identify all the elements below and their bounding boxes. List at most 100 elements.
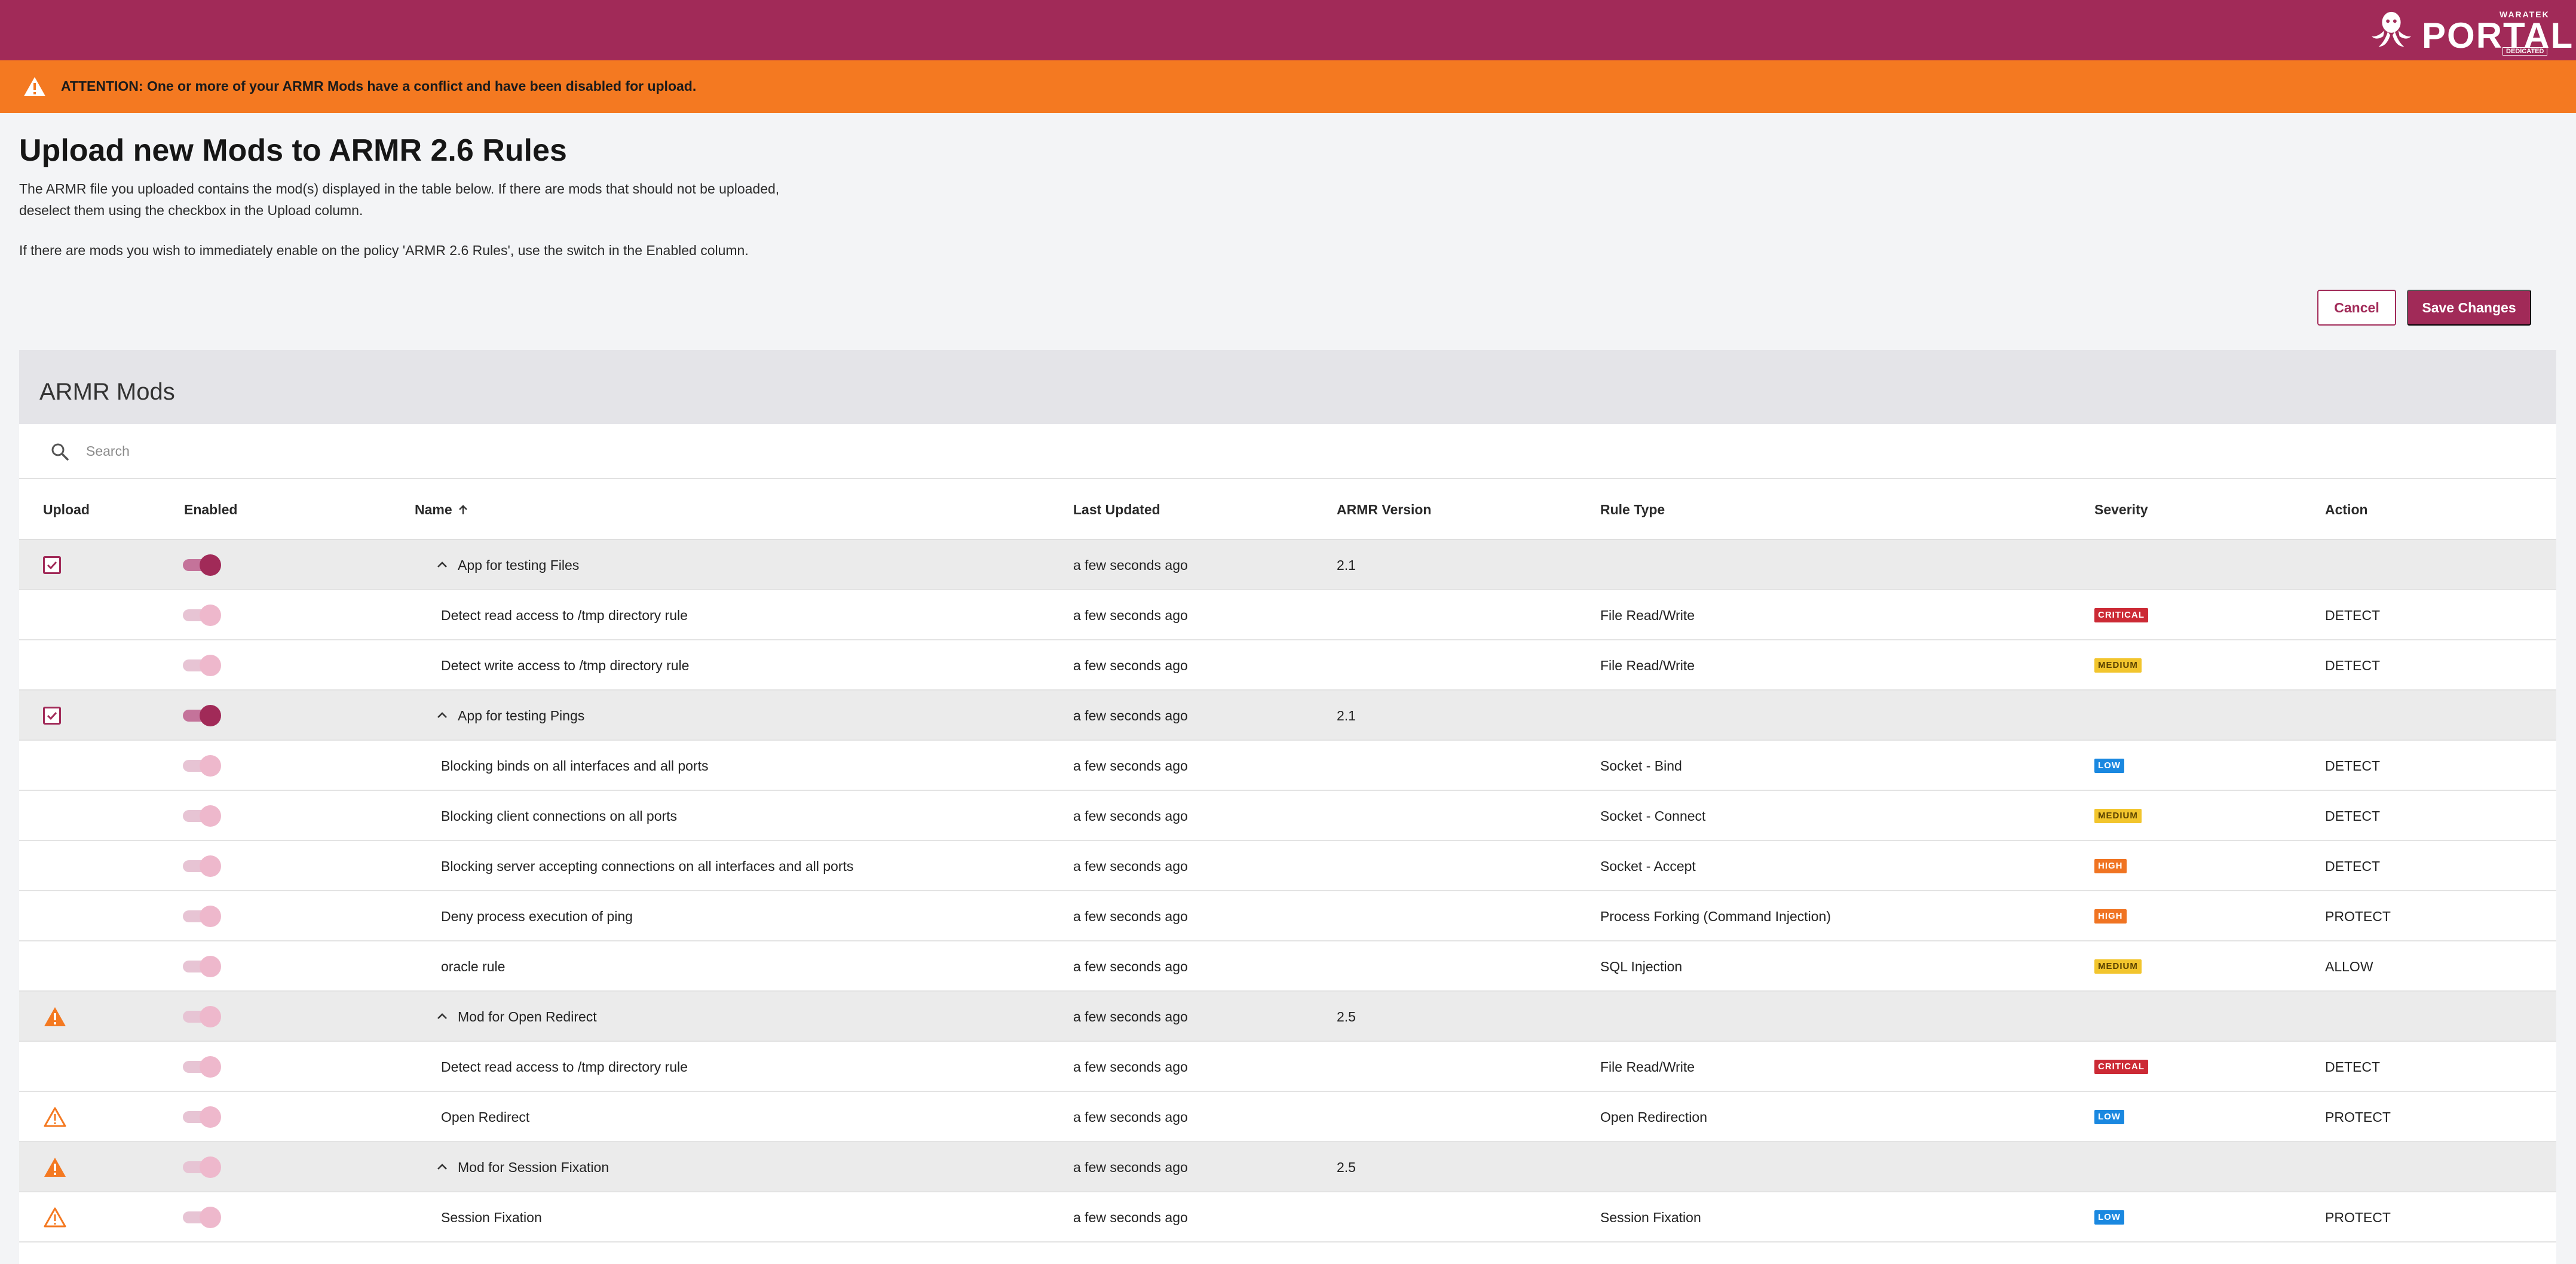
armr-mods-card: ARMR Mods Upload Enabled Name Last Updat…	[19, 350, 2556, 1264]
enabled-toggle[interactable]	[183, 804, 221, 828]
enabled-cell	[183, 590, 255, 640]
rule-type-cell	[1600, 992, 2078, 1042]
rule-row: Open Redirect a few seconds ago Open Red…	[19, 1092, 2556, 1142]
mod-name: App for testing Pings	[458, 707, 585, 723]
action-cell	[2325, 540, 2504, 590]
sort-ascending-icon[interactable]	[457, 504, 469, 516]
name-cell: Blocking binds on all interfaces and all…	[441, 741, 1092, 791]
enabled-cell	[183, 1142, 255, 1192]
severity-cell: HIGH	[2094, 891, 2274, 941]
column-last-updated[interactable]: Last Updated	[1073, 502, 1160, 518]
action-cell: PROTECT	[2325, 1209, 2391, 1225]
severity-cell	[2094, 691, 2274, 741]
mod-group-row: Mod for Session Fixation a few seconds a…	[19, 1142, 2556, 1192]
enabled-toggle[interactable]	[183, 1005, 221, 1029]
card-header: ARMR Mods	[19, 350, 2556, 424]
enabled-toggle[interactable]	[183, 904, 221, 928]
chevron-up-icon[interactable]	[435, 708, 449, 723]
enabled-toggle[interactable]	[183, 1155, 221, 1179]
column-severity[interactable]: Severity	[2094, 502, 2148, 518]
severity-cell	[2094, 540, 2274, 590]
enabled-toggle[interactable]	[183, 1055, 221, 1079]
enabled-toggle[interactable]	[183, 1205, 221, 1229]
severity-cell: CRITICAL	[2094, 590, 2274, 640]
chevron-up-icon[interactable]	[435, 1010, 449, 1024]
column-enabled[interactable]: Enabled	[184, 502, 237, 518]
toggle-knob	[200, 906, 221, 927]
chevron-up-icon[interactable]	[435, 558, 449, 572]
enabled-cell	[183, 540, 255, 590]
conflict-warning-icon[interactable]	[43, 1156, 67, 1178]
enabled-toggle[interactable]	[183, 654, 221, 677]
action-cell	[2325, 691, 2504, 741]
alert-message: ATTENTION: One or more of your ARMR Mods…	[61, 78, 697, 94]
toggle-knob	[200, 1006, 221, 1027]
enabled-toggle[interactable]	[183, 553, 221, 577]
conflict-warning-outline-icon[interactable]	[43, 1106, 67, 1128]
severity-cell: MEDIUM	[2094, 791, 2274, 841]
rule-type-cell: Socket - Accept	[1600, 858, 1696, 874]
name-cell: Blocking client connections on all ports	[441, 791, 1092, 841]
rule-row: Blocking client connections on all ports…	[19, 791, 2556, 841]
upload-cell	[43, 841, 79, 891]
column-name[interactable]: Name	[415, 502, 469, 518]
enabled-toggle[interactable]	[183, 1105, 221, 1129]
mod-name: Blocking binds on all interfaces and all…	[441, 757, 709, 774]
enabled-toggle[interactable]	[183, 704, 221, 728]
cancel-button[interactable]: Cancel	[2317, 290, 2396, 326]
last-updated-cell: a few seconds ago	[1073, 1109, 1188, 1125]
mod-group-row: App for testing Files a few seconds ago …	[19, 540, 2556, 590]
armr-version-cell	[1337, 741, 1576, 791]
action-cell: PROTECT	[2325, 908, 2391, 924]
rule-type-cell: Socket - Connect	[1600, 808, 1706, 824]
upload-cell	[43, 1092, 79, 1142]
upload-cell	[43, 1142, 79, 1192]
column-upload[interactable]: Upload	[43, 502, 90, 518]
last-updated-cell: a few seconds ago	[1073, 707, 1188, 723]
upload-checkbox[interactable]	[43, 707, 61, 725]
toggle-knob	[200, 554, 221, 576]
rule-row: Detect read access to /tmp directory rul…	[19, 1042, 2556, 1092]
upload-cell	[43, 941, 79, 992]
enabled-toggle[interactable]	[183, 854, 221, 878]
enabled-toggle[interactable]	[183, 754, 221, 778]
upload-cell	[43, 741, 79, 791]
last-updated-cell: a few seconds ago	[1073, 757, 1188, 774]
severity-badge: CRITICAL	[2094, 1060, 2148, 1074]
chevron-up-icon[interactable]	[435, 1160, 449, 1174]
column-armr-version[interactable]: ARMR Version	[1337, 502, 1431, 518]
severity-badge: MEDIUM	[2094, 658, 2142, 673]
column-rule-type[interactable]: Rule Type	[1600, 502, 1665, 518]
enabled-toggle[interactable]	[183, 603, 221, 627]
severity-cell	[2094, 992, 2274, 1042]
conflict-alert-banner: ATTENTION: One or more of your ARMR Mods…	[0, 60, 2576, 113]
conflict-warning-icon[interactable]	[43, 1006, 67, 1027]
severity-badge: HIGH	[2094, 859, 2127, 873]
column-action[interactable]: Action	[2325, 502, 2368, 518]
upload-cell	[43, 791, 79, 841]
rule-type-cell: Socket - Bind	[1600, 757, 1682, 774]
upload-checkbox[interactable]	[43, 556, 61, 574]
upload-cell	[43, 992, 79, 1042]
toggle-knob	[200, 1106, 221, 1128]
rule-row: Blocking binds on all interfaces and all…	[19, 741, 2556, 791]
toggle-knob	[200, 755, 221, 777]
checkmark-icon	[47, 561, 57, 570]
table-header: Upload Enabled Name Last Updated ARMR Ve…	[19, 479, 2556, 540]
last-updated-cell: a few seconds ago	[1073, 908, 1188, 924]
conflict-warning-outline-icon[interactable]	[43, 1207, 67, 1228]
severity-cell: LOW	[2094, 1092, 2274, 1142]
action-cell: DETECT	[2325, 757, 2380, 774]
waratek-portal-logo[interactable]: WARATEK PORTAL DEDICATED	[2368, 7, 2572, 56]
search-input[interactable]	[86, 437, 803, 465]
save-changes-button[interactable]: Save Changes	[2407, 290, 2531, 326]
enabled-toggle[interactable]	[183, 955, 221, 978]
mod-name: Deny process execution of ping	[441, 908, 633, 924]
action-cell: DETECT	[2325, 1059, 2380, 1075]
upload-cell	[43, 1192, 79, 1242]
enabled-cell	[183, 691, 255, 741]
enabled-cell	[183, 941, 255, 992]
armr-version-cell: 2.5	[1337, 1008, 1356, 1024]
enabled-cell	[183, 791, 255, 841]
rule-type-cell	[1600, 540, 2078, 590]
